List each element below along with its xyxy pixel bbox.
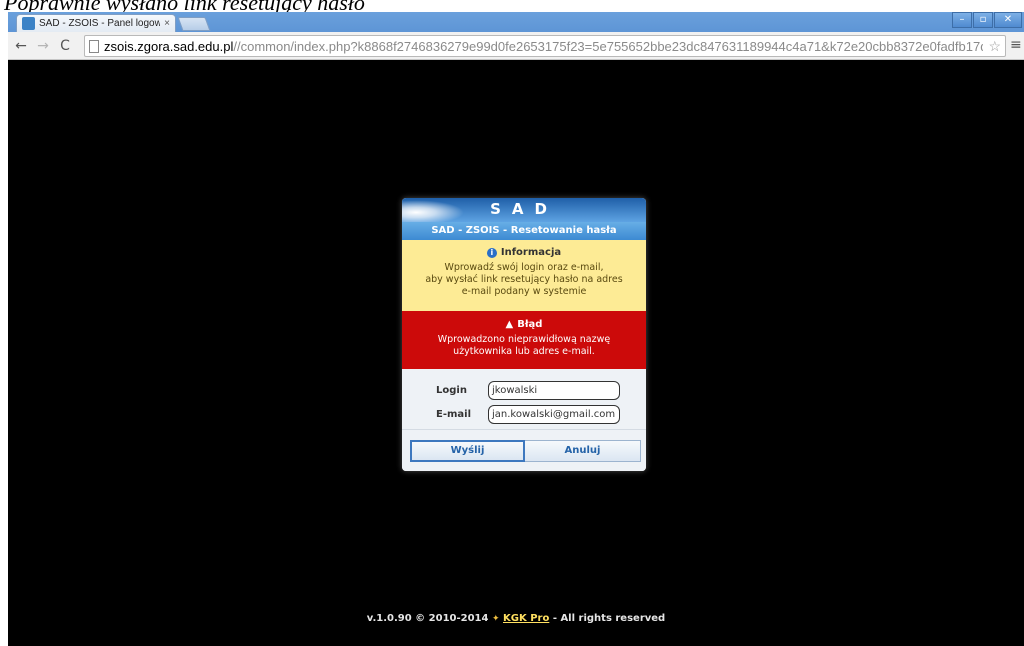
- page-footer: v.1.0.90 © 2010-2014 ✦ KGK Pro - All rig…: [8, 613, 1024, 624]
- logo-text: SAD: [490, 200, 558, 218]
- error-heading-text: Błąd: [517, 319, 543, 330]
- login-label: Login: [436, 384, 467, 396]
- address-bar[interactable]: zsois.zgora.sad.edu.pl//common/index.php…: [84, 35, 1006, 57]
- kgk-logo-icon: ✦: [491, 614, 500, 624]
- email-row: E-mail jan.kowalski@gmail.com: [402, 403, 646, 425]
- send-button[interactable]: Wyślij: [410, 439, 525, 462]
- error-message: ▲ Błąd Wprowadzono nieprawidłową nazwę u…: [402, 311, 646, 369]
- sad-logo: SAD: [402, 198, 646, 222]
- window-close-icon[interactable]: ✕: [994, 12, 1022, 28]
- button-bar: Wyślij Anuluj: [402, 429, 646, 471]
- url-host: zsois.zgora.sad.edu.pl: [104, 38, 234, 54]
- email-input[interactable]: jan.kowalski@gmail.com: [488, 404, 620, 424]
- page-content: SAD SAD - ZSOIS - Resetowanie hasła i In…: [8, 60, 1024, 646]
- info-line-3: e-mail podany w systemie: [461, 286, 587, 297]
- new-tab-button[interactable]: [177, 17, 211, 31]
- login-input[interactable]: jkowalski: [488, 380, 620, 400]
- dialog-title: SAD - ZSOIS - Resetowanie hasła: [402, 222, 646, 240]
- info-message: i Informacja Wprowadź swój login oraz e-…: [402, 240, 646, 311]
- menu-icon[interactable]: ≡: [1010, 37, 1022, 53]
- browser-tab[interactable]: SAD - ZSOIS - Panel logowan ×: [16, 14, 176, 32]
- back-arrow-icon[interactable]: ←: [12, 37, 30, 55]
- tab-title: SAD - ZSOIS - Panel logowan: [39, 18, 161, 29]
- url-text[interactable]: zsois.zgora.sad.edu.pl//common/index.php…: [104, 39, 983, 54]
- info-icon: i: [486, 248, 497, 258]
- error-line-2: użytkownika lub adres e-mail.: [453, 346, 595, 357]
- star-icon[interactable]: ☆: [988, 38, 1001, 55]
- error-heading: ▲ Błąd: [402, 319, 646, 331]
- warning-icon: ▲: [505, 319, 514, 330]
- tab-strip: SAD - ZSOIS - Panel logowan × – ▫ ✕: [8, 12, 1024, 32]
- footer-version: v.1.0.90 © 2010-2014: [366, 613, 489, 624]
- browser-toolbar: ← → C zsois.zgora.sad.edu.pl//common/ind…: [8, 32, 1024, 60]
- info-line-1: Wprowadź swój login oraz e-mail,: [444, 262, 604, 273]
- info-heading: i Informacja: [402, 247, 646, 259]
- url-path: //common/index.php?k8868f2746836279e99d0…: [233, 38, 984, 54]
- reset-form: Login jkowalski E-mail jan.kowalski@gmai…: [402, 369, 646, 429]
- cancel-button[interactable]: Anuluj: [525, 439, 641, 462]
- maximize-icon[interactable]: ▫: [973, 12, 993, 28]
- login-row: Login jkowalski: [402, 379, 646, 401]
- browser-window: SAD - ZSOIS - Panel logowan × – ▫ ✕ ← → …: [8, 12, 1024, 60]
- tab-close-icon[interactable]: ×: [164, 18, 170, 29]
- logo-swoosh: [402, 198, 472, 222]
- info-line-2: aby wysłać link resetujący hasło na adre…: [425, 274, 623, 285]
- reset-password-dialog: SAD SAD - ZSOIS - Resetowanie hasła i In…: [402, 198, 646, 471]
- reload-icon[interactable]: C: [56, 37, 74, 55]
- minimize-icon[interactable]: –: [952, 12, 972, 28]
- window-controls: – ▫ ✕: [952, 12, 1022, 28]
- error-line-1: Wprowadzono nieprawidłową nazwę: [437, 334, 611, 345]
- kgk-pro-link[interactable]: KGK Pro: [503, 613, 549, 624]
- email-label: E-mail: [436, 408, 472, 420]
- page-icon: [89, 39, 99, 53]
- favicon-icon: [22, 17, 35, 30]
- info-heading-text: Informacja: [500, 247, 562, 258]
- forward-arrow-icon[interactable]: →: [34, 37, 52, 55]
- page-caption: Poprawnie wysłano link resetujący hasło: [0, 0, 1024, 12]
- footer-suffix: - All rights reserved: [552, 613, 666, 624]
